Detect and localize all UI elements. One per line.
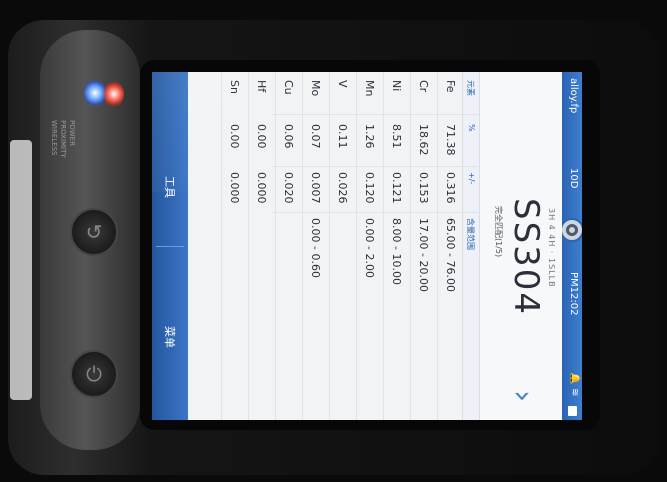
tools-button[interactable]: 工具 — [162, 176, 178, 198]
header-percent: % — [467, 124, 476, 132]
element-error: 0.026 — [336, 172, 349, 204]
element-symbol: Mn — [363, 80, 376, 97]
element-range: 8.00 - 10.00 — [390, 218, 403, 285]
element-error: 0.000 — [255, 172, 268, 204]
header-range: 含量范围 — [466, 218, 475, 250]
menu-button[interactable]: 菜单 — [162, 326, 178, 348]
wifi-icon: ≋ — [569, 388, 580, 397]
element-symbol: Fe — [444, 80, 457, 93]
element-percent: 1.26 — [363, 124, 376, 149]
element-percent: 0.06 — [282, 124, 295, 149]
element-percent: 18.62 — [417, 124, 430, 156]
table-row: Mo 0.07 0.007 0.00 - 0.60 — [302, 72, 329, 420]
back-arrow-icon: ↺ — [85, 220, 103, 244]
power-hardware-button[interactable]: ⏻ — [70, 350, 118, 398]
table-row: Ni 8.51 0.121 8.00 - 10.00 — [383, 72, 410, 420]
element-range: 0.00 - 0.60 — [309, 218, 322, 278]
element-symbol: Mo — [309, 80, 322, 97]
element-error: 0.020 — [282, 172, 295, 204]
bell-icon: 🔔 — [569, 372, 580, 385]
element-error: 0.007 — [309, 172, 322, 204]
back-hardware-button[interactable]: ↺ — [70, 208, 118, 256]
header-error: +/- — [467, 172, 476, 185]
element-range: 17.00 - 20.00 — [417, 218, 430, 292]
device-side-strip — [10, 140, 32, 400]
composition-table: Fe 71.38 0.316 65.00 - 76.00 Cr 18.62 0.… — [221, 72, 464, 420]
table-header: 元素 % +/- 含量范围 — [462, 72, 480, 420]
status-bar: alloy.fp 10D PM12:02 🔔 ≋ — [560, 72, 582, 420]
next-match-chevron-icon[interactable]: › — [505, 390, 540, 402]
logo-icon[interactable] — [560, 218, 582, 242]
bottom-action-bar: 工具 菜单 — [152, 72, 188, 420]
screen-holder: alloy.fp 10D PM12:02 🔔 ≋ 3H 4 4H · 1SLLB… — [152, 72, 582, 420]
table-row: V 0.11 0.026 — [329, 72, 356, 420]
element-symbol: Hf — [255, 80, 268, 93]
element-percent: 0.00 — [255, 124, 268, 149]
element-symbol: Cr — [417, 80, 430, 93]
element-percent: 71.38 — [444, 124, 457, 156]
table-row: Sn 0.00 0.000 — [221, 72, 248, 420]
element-range: 65.00 - 76.00 — [444, 218, 457, 292]
table-row: Cr 18.62 0.153 17.00 - 20.00 — [410, 72, 437, 420]
element-error: 0.120 — [363, 172, 376, 204]
header-element: 元素 — [466, 80, 475, 96]
table-row: Fe 71.38 0.316 65.00 - 76.00 — [437, 72, 464, 420]
result-header: 3H 4 4H · 1SLLB SS304 完全匹配(1/5) › — [480, 72, 562, 420]
element-symbol: Sn — [228, 80, 241, 94]
table-row: Hf 0.00 0.000 — [248, 72, 275, 420]
alloy-grade: SS304 — [506, 198, 546, 317]
element-error: 0.121 — [390, 172, 403, 204]
red-led-icon — [104, 80, 124, 108]
analyzer-screen: alloy.fp 10D PM12:02 🔔 ≋ 3H 4 4H · 1SLLB… — [152, 72, 582, 420]
test-subtitle: 3H 4 4H · 1SLLB — [547, 208, 556, 288]
element-error: 0.000 — [228, 172, 241, 204]
element-percent: 0.07 — [309, 124, 322, 149]
table-row: Cu 0.06 0.020 — [275, 72, 302, 420]
element-error: 0.153 — [417, 172, 430, 204]
match-status: 完全匹配(1/5) — [494, 206, 503, 258]
element-error: 0.316 — [444, 172, 457, 204]
clock-time: PM12:02 — [568, 272, 579, 316]
bottom-bar-divider — [156, 246, 184, 247]
blue-led-icon — [84, 78, 106, 108]
element-range: 0.00 - 2.00 — [363, 218, 376, 278]
element-percent: 0.00 — [228, 124, 241, 149]
element-percent: 0.11 — [336, 124, 349, 149]
mode-tab[interactable]: 10D — [568, 168, 579, 188]
app-name[interactable]: alloy.fp — [568, 78, 579, 113]
table-row: Mn 1.26 0.120 0.00 - 2.00 — [356, 72, 383, 420]
power-icon: ⏻ — [86, 362, 102, 386]
battery-icon — [568, 406, 577, 416]
element-symbol: V — [336, 80, 349, 88]
element-symbol: Ni — [390, 80, 403, 92]
device-label: POWER PROXIMITY WIRELESS — [50, 120, 76, 158]
element-symbol: Cu — [282, 80, 295, 95]
element-percent: 8.51 — [390, 124, 403, 149]
